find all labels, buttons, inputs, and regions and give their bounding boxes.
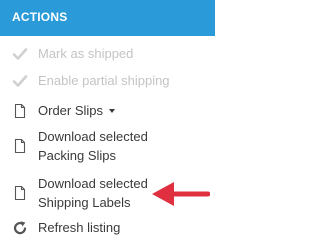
refresh-icon [13,221,27,235]
download-packing-slips-line2: Packing Slips [38,148,117,163]
download-packing-slips-line1: Download selected [38,129,148,144]
actions-title: ACTIONS [12,10,68,24]
mark-as-shipped-label: Mark as shipped [38,46,134,61]
document-icon [14,138,26,154]
actions-panel: ACTIONS Mark as shipped Enable partial s… [0,0,215,245]
document-icon [14,185,26,201]
chevron-down-icon [109,109,116,113]
refresh-listing-label: Refresh listing [38,220,121,235]
check-icon [12,48,28,60]
actions-header: ACTIONS [0,0,215,36]
document-icon [14,103,26,119]
order-slips-label: Order Slips [38,103,104,118]
download-shipping-labels-line2: Shipping Labels [38,195,131,210]
enable-partial-shipping-label: Enable partial shipping [38,73,170,88]
download-shipping-labels-line1: Download selected [38,176,148,191]
annotation-arrow-icon [152,182,210,206]
check-icon [12,75,28,87]
download-packing-slips-action[interactable]: Download selected Packing Slips [0,129,215,165]
